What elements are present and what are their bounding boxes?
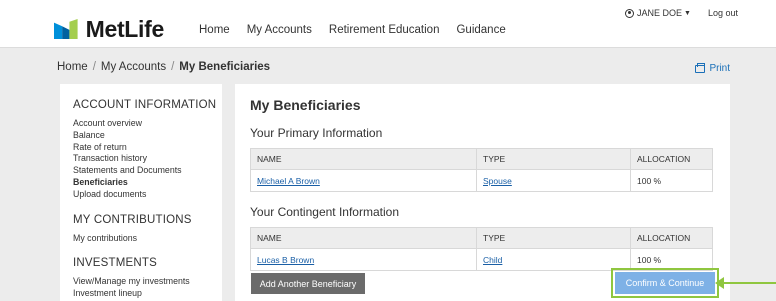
page-title: My Beneficiaries [250, 97, 361, 113]
primary-section-title: Your Primary Information [250, 126, 383, 140]
column-header-type: TYPE [476, 227, 631, 249]
sidebar: ACCOUNT INFORMATION Account overview Bal… [60, 84, 222, 301]
breadcrumb-home[interactable]: Home [57, 61, 88, 73]
breadcrumb-separator: / [92, 61, 96, 73]
column-header-allocation: ALLOCATION [630, 227, 713, 249]
contingent-section-title: Your Contingent Information [250, 205, 399, 219]
sidebar-section-account-information: ACCOUNT INFORMATION Account overview Bal… [73, 99, 222, 201]
sidebar-item-rate-of-return[interactable]: Rate of return [73, 142, 222, 154]
breadcrumb: Home / My Accounts / My Beneficiaries [57, 61, 270, 73]
beneficiary-type-link[interactable]: Child [483, 255, 502, 265]
sidebar-item-my-contributions[interactable]: My contributions [73, 233, 222, 245]
callout-arrow-icon [715, 277, 724, 289]
sidebar-item-account-overview[interactable]: Account overview [73, 118, 222, 130]
sidebar-section-my-contributions: MY CONTRIBUTIONS My contributions [73, 214, 222, 245]
beneficiary-name-cell: Michael A Brown [250, 169, 477, 192]
column-header-allocation: ALLOCATION [630, 148, 713, 170]
table-header-row: NAME TYPE ALLOCATION [250, 227, 713, 249]
primary-beneficiary-table: NAME TYPE ALLOCATION Michael A Brown Spo… [250, 148, 713, 192]
metlife-logo[interactable]: MetLife [54, 16, 164, 42]
column-header-name: NAME [250, 227, 477, 249]
sidebar-heading: ACCOUNT INFORMATION [73, 99, 217, 111]
sidebar-item-upload-documents[interactable]: Upload documents [73, 189, 222, 201]
beneficiary-type-cell: Child [476, 248, 631, 271]
column-header-type: TYPE [476, 148, 631, 170]
confirm-highlight-box: Confirm & Continue [611, 268, 719, 298]
confirm-continue-button[interactable]: Confirm & Continue [615, 272, 715, 294]
beneficiary-type-link[interactable]: Spouse [483, 176, 512, 186]
print-button[interactable]: Print [695, 62, 730, 74]
user-name-dropdown[interactable]: JANE DOE [637, 8, 682, 18]
metlife-logo-icon [54, 19, 78, 39]
beneficiary-name-link[interactable]: Lucas B Brown [257, 255, 314, 265]
nav-retirement-education[interactable]: Retirement Education [329, 24, 440, 36]
breadcrumb-accounts[interactable]: My Accounts [101, 61, 166, 73]
nav-home[interactable]: Home [199, 24, 230, 36]
beneficiary-name-cell: Lucas B Brown [250, 248, 477, 271]
nav-my-accounts[interactable]: My Accounts [247, 24, 312, 36]
table-header-row: NAME TYPE ALLOCATION [250, 148, 713, 170]
breadcrumb-current: My Beneficiaries [179, 61, 271, 73]
sidebar-item-investment-lineup[interactable]: Investment lineup [73, 288, 222, 300]
add-beneficiary-button[interactable]: Add Another Beneficiary [251, 273, 365, 294]
user-icon [625, 8, 635, 18]
printer-icon [695, 62, 706, 73]
sidebar-heading: INVESTMENTS [73, 257, 157, 270]
breadcrumb-separator: / [171, 61, 175, 73]
sidebar-item-transaction-history[interactable]: Transaction history [73, 153, 222, 165]
chevron-down-icon[interactable]: ▼ [684, 10, 691, 17]
sidebar-item-view-manage-investments[interactable]: View/Manage my investments [73, 276, 222, 288]
nav-guidance[interactable]: Guidance [456, 24, 505, 36]
sidebar-section-investments: INVESTMENTS View/Manage my investments I… [73, 257, 222, 300]
top-bar: MetLife Home My Accounts Retirement Educ… [0, 0, 776, 48]
beneficiary-type-cell: Spouse [476, 169, 631, 192]
sidebar-item-beneficiaries[interactable]: Beneficiaries [73, 177, 222, 189]
column-header-name: NAME [250, 148, 477, 170]
table-row: Michael A Brown Spouse 100 % [250, 169, 713, 192]
brand-name: MetLife [85, 15, 165, 42]
user-menu: JANE DOE ▼ Log out [625, 8, 738, 18]
contingent-beneficiary-table: NAME TYPE ALLOCATION Lucas B Brown Child… [250, 227, 713, 271]
beneficiary-name-link[interactable]: Michael A Brown [257, 176, 320, 186]
logout-link[interactable]: Log out [708, 8, 738, 18]
print-label: Print [709, 63, 730, 74]
sidebar-item-balance[interactable]: Balance [73, 130, 222, 142]
main-nav: Home My Accounts Retirement Education Gu… [199, 24, 523, 36]
beneficiary-allocation: 100 % [630, 169, 713, 192]
sidebar-heading: MY CONTRIBUTIONS [73, 213, 192, 226]
callout-arrow-line [722, 282, 776, 284]
sidebar-item-statements-documents[interactable]: Statements and Documents [73, 165, 222, 177]
